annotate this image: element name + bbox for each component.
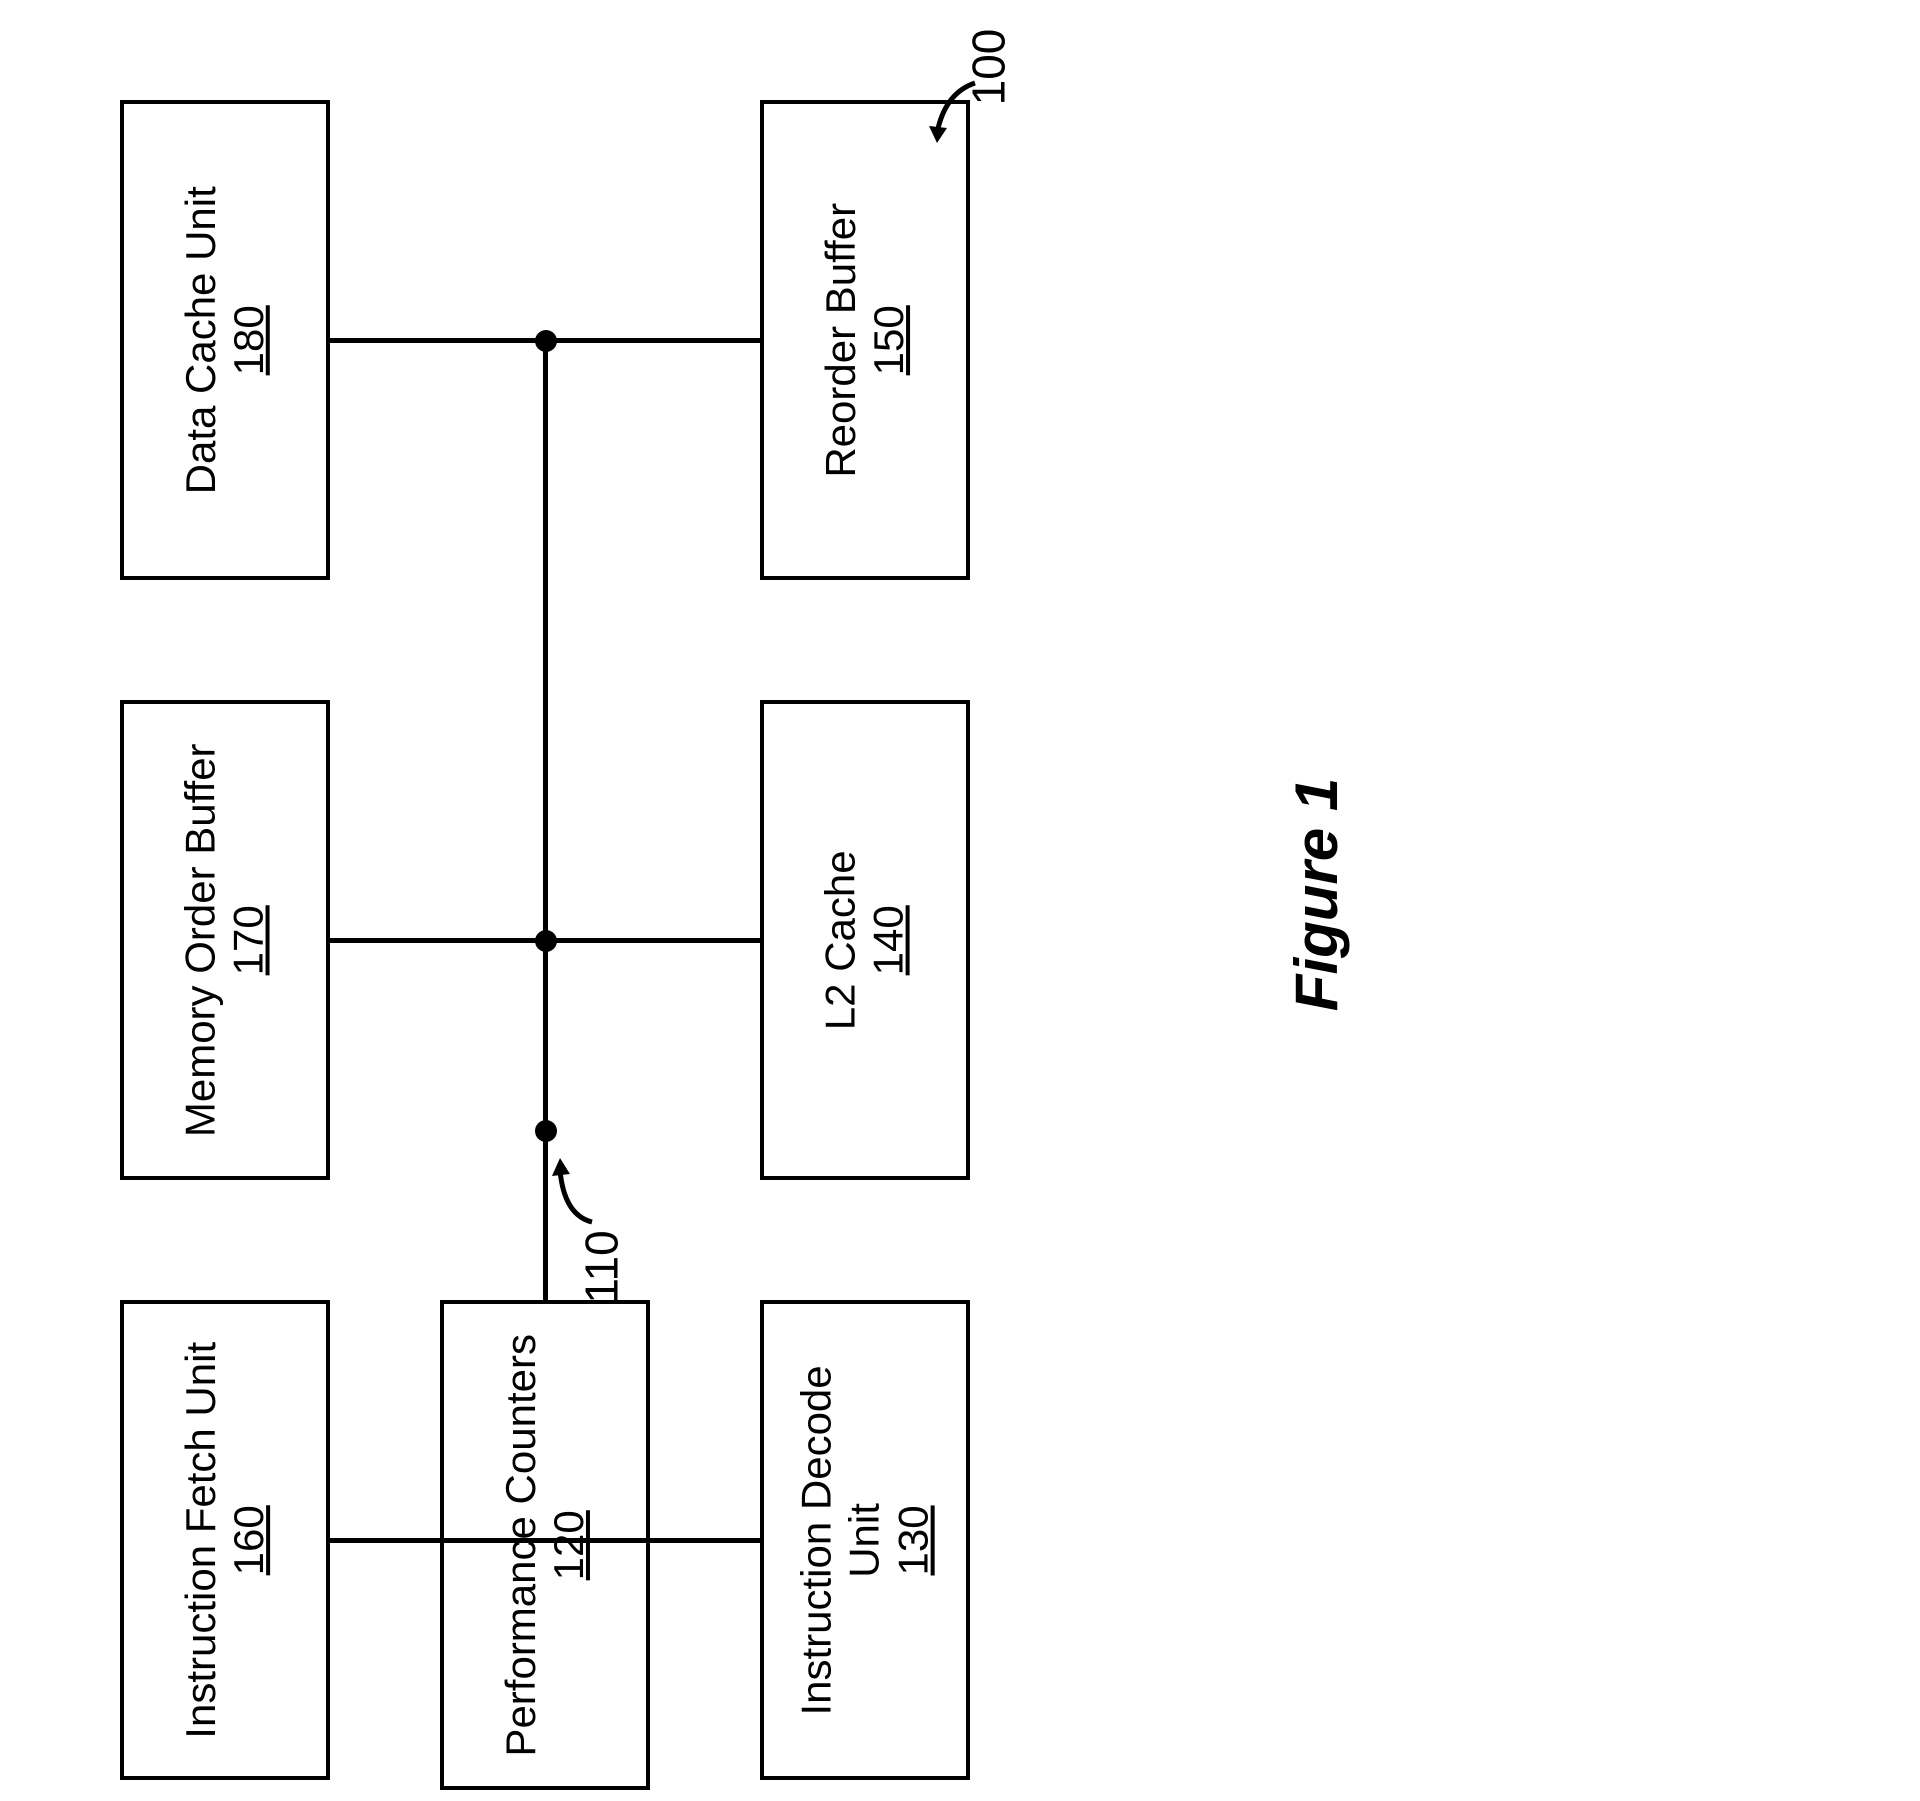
junction-top bbox=[535, 330, 557, 352]
instruction-decode-unit-subtitle: Unit bbox=[841, 1365, 889, 1715]
instruction-decode-unit-block: Instruction Decode Unit 130 bbox=[760, 1300, 970, 1780]
reorder-buffer-block: Reorder Buffer 150 bbox=[760, 100, 970, 580]
bus-line bbox=[543, 338, 548, 1300]
performance-counters-title: Performance Counters bbox=[497, 1334, 545, 1757]
overall-arrow-icon bbox=[925, 78, 985, 148]
figure-label: Figure 1 bbox=[1282, 778, 1351, 1011]
instruction-fetch-unit-title: Instruction Fetch Unit bbox=[177, 1342, 225, 1739]
bus-label: 110 bbox=[575, 1230, 629, 1303]
connector-mob bbox=[330, 938, 546, 943]
performance-counters-ref: 120 bbox=[545, 1334, 593, 1757]
connector-idu bbox=[546, 1538, 760, 1543]
bus-arrow-icon bbox=[552, 1150, 612, 1230]
connector-rob bbox=[546, 338, 760, 343]
memory-order-buffer-title: Memory Order Buffer bbox=[177, 743, 225, 1137]
junction-mid bbox=[535, 930, 557, 952]
instruction-fetch-unit-ref: 160 bbox=[225, 1342, 273, 1739]
connector-l2 bbox=[546, 938, 760, 943]
reorder-buffer-title: Reorder Buffer bbox=[817, 203, 865, 478]
l2-cache-title: L2 Cache bbox=[817, 850, 865, 1030]
instruction-decode-unit-ref: 130 bbox=[889, 1365, 937, 1715]
instruction-fetch-unit-block: Instruction Fetch Unit 160 bbox=[120, 1300, 330, 1780]
data-cache-unit-ref: 180 bbox=[225, 186, 273, 494]
memory-order-buffer-block: Memory Order Buffer 170 bbox=[120, 700, 330, 1180]
l2-cache-block: L2 Cache 140 bbox=[760, 700, 970, 1180]
connector-ifu bbox=[330, 1538, 546, 1543]
junction-bot bbox=[535, 1120, 557, 1142]
reorder-buffer-ref: 150 bbox=[865, 203, 913, 478]
instruction-decode-unit-title: Instruction Decode bbox=[793, 1365, 841, 1715]
l2-cache-ref: 140 bbox=[865, 850, 913, 1030]
memory-order-buffer-ref: 170 bbox=[225, 743, 273, 1137]
data-cache-unit-title: Data Cache Unit bbox=[177, 186, 225, 494]
data-cache-unit-block: Data Cache Unit 180 bbox=[120, 100, 330, 580]
performance-counters-block: Performance Counters 120 bbox=[440, 1300, 650, 1790]
connector-dcu bbox=[330, 338, 546, 343]
